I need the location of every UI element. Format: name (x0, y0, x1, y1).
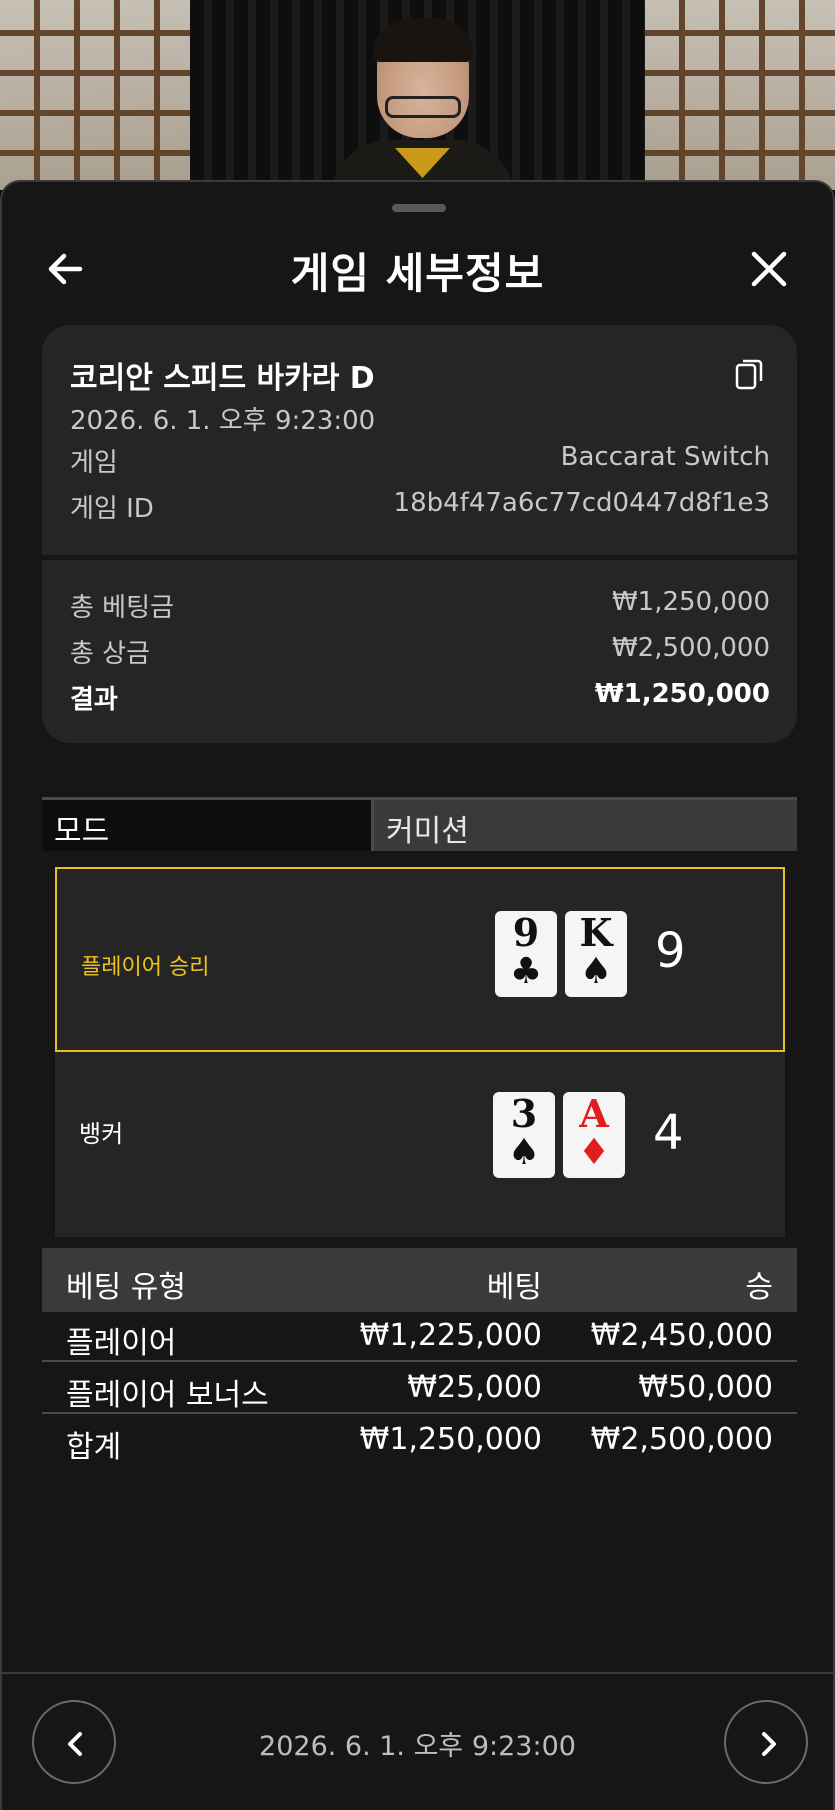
win-amount-cell: ₩2,450,000 (590, 1318, 773, 1353)
card-rank: 9 (512, 910, 540, 955)
table-row: 플레이어 ₩1,225,000 ₩2,450,000 (42, 1312, 797, 1362)
result-label: 결과 (70, 685, 118, 715)
win-amount-cell: ₩2,500,000 (590, 1422, 773, 1457)
total-win-row: 총 상금 ₩2,500,000 (70, 633, 770, 669)
bet-amount-cell: ₩1,225,000 (359, 1318, 542, 1353)
game-value: Baccarat Switch (560, 442, 770, 472)
tab-mode[interactable]: 모드 (42, 800, 374, 851)
player-score: 9 (655, 923, 686, 979)
spade-suit-icon: ♠ (507, 1132, 541, 1173)
game-date: 2026. 6. 1. 오후 9:23:00 (70, 406, 376, 436)
card-rank: K (579, 910, 613, 955)
bet-amount-cell: ₩1,250,000 (359, 1422, 542, 1457)
card-rank: A (579, 1091, 609, 1136)
bet-type-cell: 플레이어 보너스 (66, 1378, 269, 1413)
bet-type-cell: 합계 (66, 1430, 122, 1465)
playing-card: A ♦ (563, 1092, 625, 1178)
col-header-bet: 베팅 (486, 1270, 542, 1305)
drag-handle[interactable] (392, 204, 446, 212)
total-bet-label: 총 베팅금 (70, 593, 174, 623)
table-row-total: 합계 ₩1,250,000 ₩2,500,000 (42, 1416, 797, 1466)
club-suit-icon: ♣ (509, 951, 543, 992)
col-header-type: 베팅 유형 (66, 1270, 186, 1305)
copy-icon (735, 359, 763, 390)
player-result: 플레이어 승리 9 ♣ K ♠ 9 (55, 867, 785, 1052)
total-bet-value: ₩1,250,000 (611, 587, 770, 617)
next-round-button[interactable] (724, 1700, 808, 1784)
spade-suit-icon: ♠ (579, 951, 613, 992)
table-row: 플레이어 보너스 ₩25,000 ₩50,000 (42, 1364, 797, 1414)
total-win-label: 총 상금 (70, 639, 151, 669)
total-win-value: ₩2,500,000 (611, 633, 770, 663)
game-details-sheet: 게임 세부정보 코리안 스피드 바카라 D 2026. 6. 1. 오후 9:2… (0, 180, 835, 1810)
result-row: 결과 ₩1,250,000 (70, 679, 770, 715)
live-video-background (0, 0, 835, 190)
close-button[interactable] (744, 244, 794, 294)
win-amount-cell: ₩50,000 (638, 1370, 773, 1405)
game-info-card: 코리안 스피드 바카라 D 2026. 6. 1. 오후 9:23:00 게임 … (42, 325, 797, 743)
page-title: 게임 세부정보 (290, 249, 545, 298)
chevron-right-icon (762, 1732, 776, 1756)
divider (42, 555, 797, 560)
game-id-value: 18b4f47a6c77cd0447d8f1e3 (393, 488, 770, 518)
tab-commission[interactable]: 커미션 (374, 800, 797, 851)
playing-card: 9 ♣ (495, 911, 557, 997)
lattice-screen-left (0, 0, 190, 190)
game-name: 코리안 스피드 바카라 D (70, 361, 375, 396)
diamond-suit-icon: ♦ (577, 1132, 611, 1173)
banker-result-label: 뱅커 (79, 1120, 124, 1148)
total-bet-row: 총 베팅금 ₩1,250,000 (70, 587, 770, 623)
game-id-row: 게임 ID 18b4f47a6c77cd0447d8f1e3 (70, 488, 770, 524)
lattice-screen-right (645, 0, 835, 190)
player-result-label: 플레이어 승리 (81, 955, 210, 980)
bet-amount-cell: ₩25,000 (407, 1370, 542, 1405)
col-header-win: 승 (745, 1270, 773, 1305)
history-footer: 2026. 6. 1. 오후 9:23:00 (2, 1672, 833, 1810)
playing-card: K ♠ (565, 911, 627, 997)
sheet-header: 게임 세부정보 (2, 222, 833, 312)
bet-table-header: 베팅 유형 베팅 승 (42, 1248, 797, 1312)
game-row: 게임 Baccarat Switch (70, 442, 770, 478)
playing-card: 3 ♠ (493, 1092, 555, 1178)
card-rank: 3 (510, 1091, 538, 1136)
footer-date: 2026. 6. 1. 오후 9:23:00 (259, 1731, 576, 1762)
dealer-figure (330, 18, 515, 190)
result-value: ₩1,250,000 (594, 679, 770, 709)
mode-tabs: 모드 커미션 (42, 797, 797, 851)
close-icon (751, 251, 787, 287)
bet-type-cell: 플레이어 (66, 1326, 177, 1361)
game-label: 게임 (70, 448, 118, 478)
banker-result: 뱅커 3 ♠ A ♦ 4 (55, 1052, 785, 1237)
banker-score: 4 (653, 1105, 684, 1161)
copy-button[interactable] (734, 357, 764, 391)
game-id-label: 게임 ID (70, 494, 154, 524)
